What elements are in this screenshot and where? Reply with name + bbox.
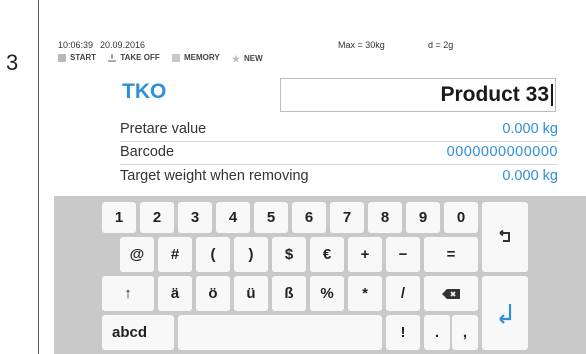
key-o-umlaut[interactable]: ö xyxy=(196,276,230,311)
key-4[interactable]: 4 xyxy=(216,202,250,233)
key-6[interactable]: 6 xyxy=(292,202,326,233)
page-title: TKO xyxy=(122,80,167,103)
key-hash[interactable]: # xyxy=(158,237,192,272)
target-weight-label: Target weight when removing xyxy=(120,168,309,184)
key-minus[interactable]: − xyxy=(386,237,420,272)
key-exclamation[interactable]: ! xyxy=(386,315,420,350)
menu-new-label: NEW xyxy=(243,54,263,63)
menu-start-label: START xyxy=(70,53,97,62)
row-divider xyxy=(120,141,558,142)
key-5[interactable]: 5 xyxy=(254,202,288,233)
status-date: 20.09.2016 xyxy=(100,40,146,50)
key-3[interactable]: 3 xyxy=(178,202,212,233)
key-a-umlaut[interactable]: ä xyxy=(158,276,192,311)
start-icon xyxy=(58,53,66,62)
field-row-barcode[interactable]: Barcode 0000000000000 xyxy=(120,144,558,164)
pretare-label: Pretare value xyxy=(120,121,207,137)
menu-memory[interactable]: MEMORY xyxy=(171,53,220,62)
key-asterisk[interactable]: * xyxy=(348,276,382,311)
enter-icon xyxy=(499,304,512,324)
status-d: d = 2g xyxy=(428,40,454,50)
menu-new[interactable]: ★ NEW xyxy=(232,54,263,63)
key-1[interactable]: 1 xyxy=(102,202,136,233)
key-dollar[interactable]: $ xyxy=(272,237,306,272)
key-euro[interactable]: € xyxy=(310,237,344,272)
space-key[interactable] xyxy=(178,315,382,350)
status-bar: 10:06:39 20.09.2016 Max = 30kg d = 2g xyxy=(58,40,582,52)
key-u-umlaut[interactable]: ü xyxy=(234,276,268,311)
key-2[interactable]: 2 xyxy=(140,202,174,233)
key-equals[interactable]: = xyxy=(424,237,478,272)
abcd-key[interactable]: abcd xyxy=(102,315,174,350)
pretare-value: 0.000 kg xyxy=(502,121,558,137)
undo-key[interactable] xyxy=(482,202,528,272)
key-comma[interactable]: , xyxy=(452,315,478,350)
text-cursor xyxy=(551,84,553,106)
menu-start[interactable]: START xyxy=(58,53,96,62)
menu-take-off[interactable]: TAKE OFF xyxy=(108,53,160,62)
menu-bar: START TAKE OFF MEMORY ★ NEW xyxy=(58,53,273,65)
key-0[interactable]: 0 xyxy=(444,202,478,233)
key-9[interactable]: 9 xyxy=(406,202,440,233)
step-number: 3 xyxy=(6,50,19,75)
field-row-target-weight[interactable]: Target weight when removing 0.000 kg xyxy=(120,168,558,188)
undo-arrow-icon xyxy=(499,230,510,242)
key-paren-open[interactable]: ( xyxy=(196,237,230,272)
key-plus[interactable]: + xyxy=(348,237,382,272)
field-row-pretare[interactable]: Pretare value 0.000 kg xyxy=(120,121,558,141)
on-screen-keyboard: 1 2 3 4 5 6 7 8 9 0 @ # ( ) $ € + − = ↑ … xyxy=(54,196,586,354)
enter-key[interactable] xyxy=(482,276,528,350)
key-eszett[interactable]: ß xyxy=(272,276,306,311)
target-weight-value: 0.000 kg xyxy=(502,168,558,184)
key-8[interactable]: 8 xyxy=(368,202,402,233)
status-max: Max = 30kg xyxy=(338,40,385,50)
key-percent[interactable]: % xyxy=(310,276,344,311)
menu-memory-label: MEMORY xyxy=(183,53,220,62)
key-slash[interactable]: / xyxy=(386,276,420,311)
backspace-key[interactable] xyxy=(424,276,478,311)
key-paren-close[interactable]: ) xyxy=(234,237,268,272)
menu-take-off-label: TAKE OFF xyxy=(120,53,160,62)
tare-icon xyxy=(108,53,117,62)
shift-key[interactable]: ↑ xyxy=(102,276,154,311)
status-time: 10:06:39 xyxy=(58,40,94,50)
barcode-label: Barcode xyxy=(120,144,175,160)
memory-icon xyxy=(171,53,180,62)
margin-line xyxy=(38,0,39,354)
barcode-value: 0000000000000 xyxy=(446,144,558,160)
product-name-input[interactable] xyxy=(280,78,556,112)
key-at[interactable]: @ xyxy=(120,237,154,272)
scale-display: 10:06:39 20.09.2016 Max = 30kg d = 2g ST… xyxy=(54,36,586,354)
backspace-icon xyxy=(442,288,460,299)
row-divider xyxy=(120,164,558,165)
key-7[interactable]: 7 xyxy=(330,202,364,233)
key-period[interactable]: . xyxy=(424,315,450,350)
star-icon: ★ xyxy=(231,53,240,64)
